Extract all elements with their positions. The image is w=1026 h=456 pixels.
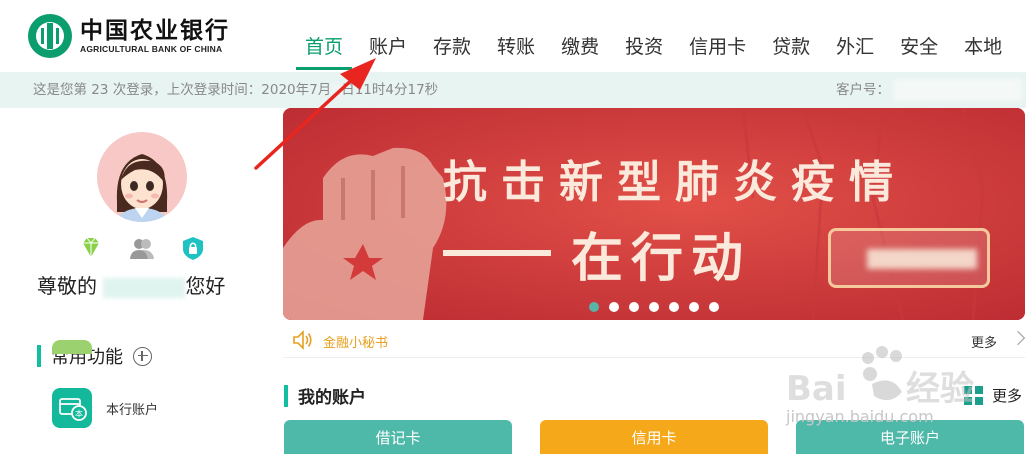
main-nav: 首页 账户 存款 转账 缴费 投资 信用卡 贷款 外汇 安全 本地 [292, 0, 1015, 72]
nav-item[interactable]: 本地 [951, 0, 1015, 72]
login-info-tail: 日11时4分17秒 [341, 82, 439, 98]
function-item-partial-icon[interactable] [52, 340, 92, 354]
nav-item[interactable]: 安全 [887, 0, 951, 72]
user-sidebar: 尊敬的 您好 常用功能 本 本行账户 [0, 108, 283, 454]
customer-number-label: 客户号： [836, 82, 890, 98]
promo-banner[interactable]: 抗击新型肺炎疫情 在行动 [283, 108, 1025, 320]
svg-text:本: 本 [75, 409, 83, 419]
nav-item[interactable]: 投资 [612, 0, 676, 72]
card-icon: 本 [52, 388, 92, 428]
nav-item[interactable]: 缴费 [548, 0, 612, 72]
user-name-masked [103, 277, 186, 298]
nav-item[interactable]: 转账 [484, 0, 548, 72]
carousel-dot[interactable] [669, 302, 679, 312]
banner-subtitle: 在行动 [571, 228, 752, 289]
shield-lock-icon[interactable] [180, 235, 206, 261]
customer-number: 客户号： [836, 72, 1023, 108]
greeting: 尊敬的 您好 [37, 270, 225, 299]
banner-cta-button[interactable] [828, 228, 990, 288]
nav-item[interactable]: 首页 [292, 0, 356, 72]
carousel-dot[interactable] [709, 302, 719, 312]
watermark-url: jingyan.baidu.com [786, 407, 934, 426]
users-icon[interactable] [129, 235, 155, 261]
carousel-dot[interactable] [689, 302, 699, 312]
function-item-label: 本行账户 [106, 402, 159, 418]
carousel-dot[interactable] [589, 302, 599, 312]
banner-dash [443, 250, 551, 256]
notice-label[interactable]: 金融小秘书 [323, 332, 388, 351]
svg-text:Bai: Bai [786, 369, 847, 409]
bank-name-en: AGRICULTURAL BANK OF CHINA [80, 44, 223, 54]
carousel-dot[interactable] [629, 302, 639, 312]
nav-item[interactable]: 贷款 [759, 0, 823, 72]
nav-item[interactable]: 存款 [420, 0, 484, 72]
login-info-text: 这是您第 23 次登录，上次登录时间：2020年7月 [33, 82, 332, 98]
nav-item[interactable]: 账户 [356, 0, 420, 72]
bank-logo[interactable]: 中国农业银行 AGRICULTURAL BANK OF CHINA [28, 14, 230, 58]
banner-title: 抗击新型肺炎疫情 [443, 157, 907, 208]
member-badges [78, 235, 231, 261]
login-info-bar: 这是您第 23 次登录，上次登录时间：2020年7月 日11时4分17秒 客户号： [0, 72, 1026, 108]
header: 中国农业银行 AGRICULTURAL BANK OF CHINA 首页 账户 存款… [0, 0, 1026, 72]
carousel-dot[interactable] [649, 302, 659, 312]
my-accounts-title: 我的账户 [284, 383, 366, 408]
nav-item[interactable]: 信用卡 [676, 0, 759, 72]
tab-debit-card[interactable]: 借记卡 [284, 420, 512, 454]
abc-logo-icon [28, 14, 72, 58]
chevron-right-icon[interactable] [1010, 330, 1026, 346]
carousel-dot[interactable] [609, 302, 619, 312]
tab-credit-card[interactable]: 信用卡 [540, 420, 768, 454]
speaker-icon [293, 330, 312, 350]
add-function-icon[interactable] [133, 346, 152, 366]
function-item-own-account[interactable]: 本 本行账户 [52, 388, 158, 428]
greeting-prefix: 尊敬的 [37, 274, 97, 298]
my-accounts-more-link[interactable]: 更多 [992, 385, 1022, 406]
customer-number-value [894, 79, 1023, 101]
login-info: 这是您第 23 次登录，上次登录时间：2020年7月 日11时4分17秒 [33, 72, 438, 108]
diamond-icon[interactable] [78, 235, 104, 261]
nav-item[interactable]: 外汇 [823, 0, 887, 72]
avatar[interactable] [97, 132, 187, 222]
carousel-dots [589, 302, 729, 312]
svg-text:经验: 经验 [906, 369, 974, 409]
bank-name-cn: 中国农业银行 [80, 17, 230, 44]
greeting-suffix: 您好 [185, 274, 226, 298]
